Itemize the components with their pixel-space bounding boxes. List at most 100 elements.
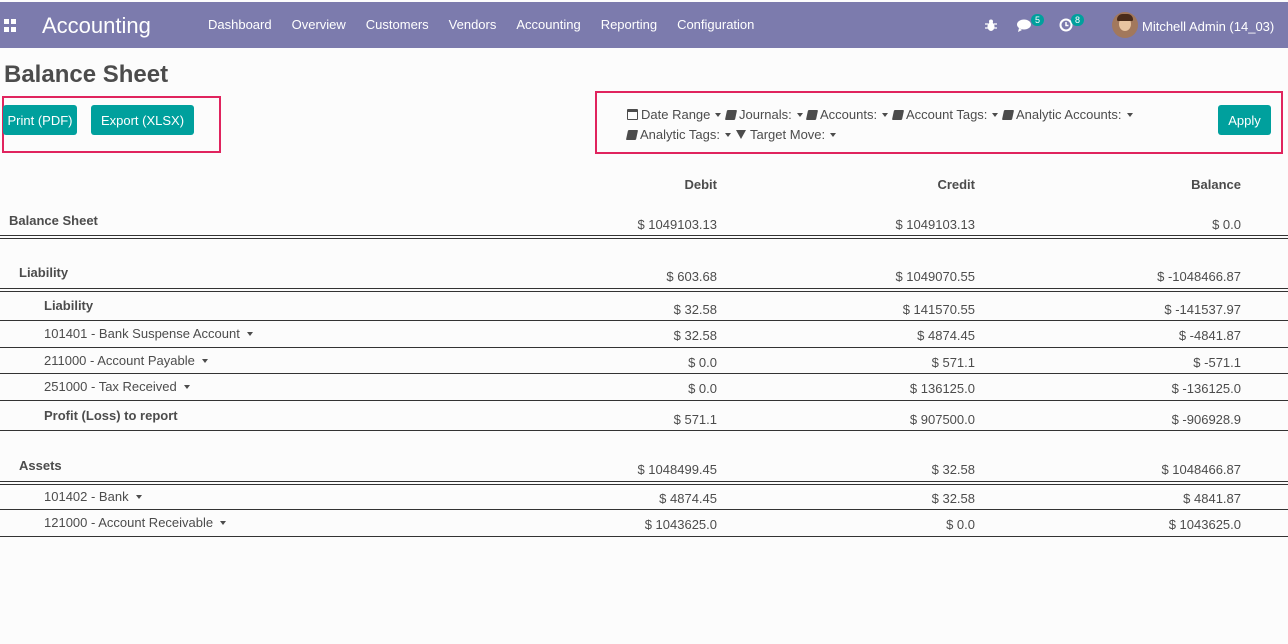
account-row-balance: $ -571.1 [1193,355,1241,370]
book-icon [805,109,819,120]
apps-grid-icon[interactable] [4,19,17,32]
account-row-label[interactable]: 211000 - Account Payable [44,353,208,368]
filter-analytic-tags[interactable]: Analytic Tags: [625,127,731,142]
account-row-debit: $ 4874.45 [659,491,717,506]
filter-accounts[interactable]: Accounts: [805,107,889,122]
caret-down-icon [796,112,803,117]
account-row-balance: $ 1043625.0 [1168,517,1241,532]
account-row-balance: $ -136125.0 [1171,381,1241,396]
messages-icon[interactable] [1017,2,1032,48]
menu-item-configuration[interactable]: Configuration [667,2,764,48]
user-avatar[interactable] [1112,12,1138,38]
apply-button[interactable]: Apply [1218,105,1271,135]
account-name: 101402 - Bank [44,489,129,504]
top-navbar: Accounting Dashboard Overview Customers … [0,2,1288,48]
highlight-box-filters [595,91,1283,154]
report-row-credit: $ 141570.55 [902,302,975,317]
report-row-debit: $ 603.68 [666,269,717,284]
row-divider [0,430,1288,431]
caret-down-icon[interactable] [135,494,142,499]
account-row-label[interactable]: 121000 - Account Receivable [44,515,227,530]
account-row-balance: $ 4841.87 [1183,491,1241,506]
book-icon [891,109,905,120]
row-divider [0,509,1288,510]
caret-down-icon [724,132,731,137]
report-row-credit: $ 907500.0 [909,412,975,427]
filter-target-move[interactable]: Target Move: [736,127,837,142]
report-row-credit: $ 1049103.13 [895,217,975,232]
caret-down-icon[interactable] [183,384,190,389]
filter-analytic-accounts-label: Analytic Accounts: [1016,107,1122,122]
caret-down-icon [882,112,889,117]
user-menu[interactable]: Mitchell Admin (14_03) [1142,19,1274,34]
report-row-debit: $ 32.58 [673,302,717,317]
report-row-debit: $ 1049103.13 [637,217,717,232]
row-divider [0,347,1288,348]
filter-account-tags[interactable]: Account Tags: [891,107,999,122]
account-name: 101401 - Bank Suspense Account [44,326,240,341]
account-row-balance: $ -4841.87 [1178,328,1241,343]
row-divider-double [0,235,1288,239]
report-row-label: Profit (Loss) to report [44,408,178,423]
caret-down-icon[interactable] [220,520,227,525]
report-row-debit: $ 1048499.45 [637,462,717,477]
account-row-label[interactable]: 251000 - Tax Received [44,379,190,394]
filter-target-move-label: Target Move: [750,127,826,142]
caret-down-icon[interactable] [201,358,208,363]
account-row-debit: $ 32.58 [673,328,717,343]
row-divider-double [0,288,1288,292]
account-name: 121000 - Account Receivable [44,515,214,530]
menu-item-reporting[interactable]: Reporting [591,2,667,48]
caret-down-icon [715,112,722,117]
account-row-credit: $ 571.1 [931,355,975,370]
report-row-credit: $ 1049070.55 [895,269,975,284]
menu-item-overview[interactable]: Overview [282,2,356,48]
filter-analytic-accounts[interactable]: Analytic Accounts: [1001,107,1133,122]
report-row-balance: $ -141537.97 [1164,302,1241,317]
report-row-balance: $ -1048466.87 [1157,269,1241,284]
report-row-debit: $ 571.1 [673,412,717,427]
menu-item-dashboard[interactable]: Dashboard [198,2,282,48]
filter-date-range-label: Date Range [641,107,711,122]
print-pdf-button[interactable]: Print (PDF) [3,105,77,135]
account-row-credit: $ 32.58 [931,491,975,506]
filter-analytic-tags-label: Analytic Tags: [640,127,720,142]
report-row-label: Liability [44,298,94,313]
menu-item-accounting[interactable]: Accounting [506,2,590,48]
account-row-credit: $ 136125.0 [909,381,975,396]
export-xlsx-button[interactable]: Export (XLSX) [91,105,194,135]
report-row-credit: $ 32.58 [931,462,975,477]
filter-journals[interactable]: Journals: [724,107,803,122]
account-row-debit: $ 0.0 [688,381,717,396]
account-row-label[interactable]: 101402 - Bank [44,489,142,504]
account-name: 251000 - Tax Received [44,379,177,394]
book-icon [1001,109,1015,120]
row-divider [0,536,1288,537]
report-row-balance: $ 0.0 [1212,217,1241,232]
report-row-balance: $ -906928.9 [1171,412,1241,427]
filter-date-range[interactable]: Date Range [627,107,722,122]
row-divider [0,320,1288,321]
column-header-credit: Credit [937,177,975,192]
main-menu: Dashboard Overview Customers Vendors Acc… [198,2,764,48]
caret-down-icon[interactable] [246,331,253,336]
column-header-debit: Debit [684,177,718,192]
activities-badge: 8 [1071,14,1085,26]
menu-item-vendors[interactable]: Vendors [439,2,507,48]
report-row-label: Liability [19,265,69,280]
column-header-balance: Balance [1191,177,1241,192]
activities-clock-icon[interactable] [1059,2,1073,48]
filter-journals-label: Journals: [739,107,792,122]
account-row-label[interactable]: 101401 - Bank Suspense Account [44,326,253,341]
menu-item-customers[interactable]: Customers [356,2,439,48]
book-icon [724,109,738,120]
app-brand[interactable]: Accounting [42,13,151,39]
bug-icon[interactable] [985,2,997,48]
account-row-credit: $ 0.0 [946,517,975,532]
report-row-balance: $ 1048466.87 [1161,462,1241,477]
caret-down-icon [830,132,837,137]
account-name: 211000 - Account Payable [44,353,195,368]
account-row-debit: $ 1043625.0 [644,517,717,532]
messages-badge: 5 [1031,14,1045,26]
row-divider [0,373,1288,374]
